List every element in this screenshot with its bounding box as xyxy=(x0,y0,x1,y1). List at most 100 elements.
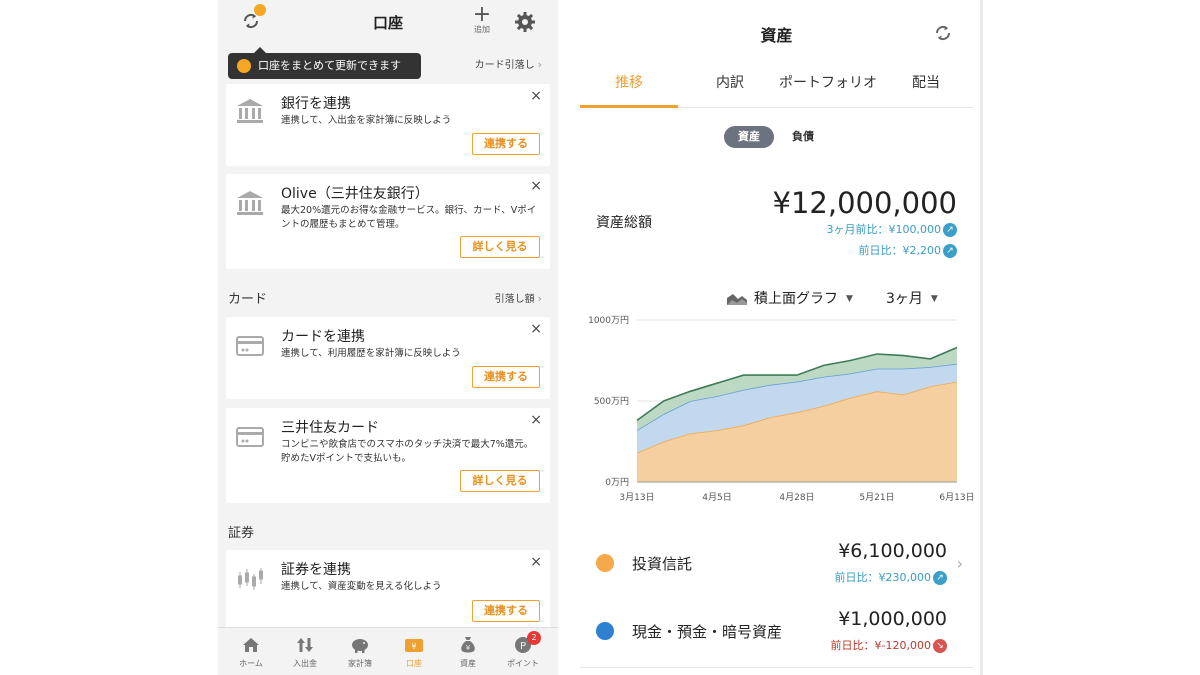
asset-amount: ¥1,000,000 xyxy=(838,608,947,630)
nav-home[interactable]: ホーム xyxy=(223,634,279,669)
chart-type-label: 積上面グラフ xyxy=(754,291,838,307)
smbc-card-promo: 三井住友カード コンビニや飲食店でのスマホのタッチ決済で最大7%還元。貯めたVポ… xyxy=(226,408,550,503)
y-tick-label: 0万円 xyxy=(605,477,629,488)
close-icon[interactable]: × xyxy=(530,88,542,104)
nav-label: 入出金 xyxy=(293,659,317,668)
card-description: コンビニや飲食店でのスマホのタッチ決済で最大7%還元。貯めたVポイントで支払いも… xyxy=(281,439,534,464)
bank-icon xyxy=(236,190,264,216)
header-bar: 口座 + 追加 xyxy=(218,0,558,42)
page-title: 口座 xyxy=(372,14,403,32)
asset-item-investment-trust[interactable]: 投資信託 ¥6,100,000 前日比：¥230,000 ↗ › xyxy=(580,540,973,600)
y-tick-label: 1000万円 xyxy=(588,315,629,326)
tooltip: 口座をまとめて更新できます xyxy=(228,47,421,79)
plus-icon: + xyxy=(472,2,492,27)
olive-details-button[interactable]: 詳しく見る xyxy=(460,236,540,258)
close-icon[interactable]: × xyxy=(530,412,542,428)
change-3-months: 3ヶ月前比：¥100,000 ↗ xyxy=(826,221,957,237)
close-icon[interactable]: × xyxy=(530,554,542,570)
tooltip-text: 口座をまとめて更新できます xyxy=(258,59,401,72)
account-icon: ¥ xyxy=(386,634,442,656)
page-title: 資産 xyxy=(760,26,793,45)
caret-down-icon: ▼ xyxy=(846,294,853,304)
candlestick-chart-icon xyxy=(236,566,264,592)
nav-label: ポイント xyxy=(507,659,539,668)
close-icon[interactable]: × xyxy=(530,321,542,337)
chevron-right-icon: › xyxy=(537,292,542,305)
card-description: 連携して、資産変動を見える化しよう xyxy=(281,581,442,592)
chart-type-selector[interactable]: 積上面グラフ ▼ xyxy=(726,288,853,308)
asset-name: 現金・預金・暗号資産 xyxy=(632,623,783,641)
asset-item-cash-deposits[interactable]: 現金・預金・暗号資産 ¥1,000,000 前日比：¥-120,000 ↘ xyxy=(580,608,973,668)
card-link-card: カードを連携 連携して、利用履歴を家計簿に反映しよう × 連携する xyxy=(226,317,550,399)
segment-liabilities[interactable]: 負債 xyxy=(792,126,814,148)
bottom-navigation: ホーム 入出金 家計簿 ¥ 口座 ¥ 資産 P 2 ポイント xyxy=(218,627,558,675)
tab-trend[interactable]: 推移 xyxy=(580,72,678,92)
nav-accounts[interactable]: ¥ 口座 xyxy=(386,634,442,669)
add-button[interactable]: + 追加 xyxy=(470,2,494,35)
nav-points[interactable]: P 2 ポイント xyxy=(495,631,551,669)
tab-portfolio[interactable]: ポートフォリオ xyxy=(770,72,886,92)
nav-transfers[interactable]: 入出金 xyxy=(277,634,333,669)
card-description: 連携して、利用履歴を家計簿に反映しよう xyxy=(281,348,461,359)
card-withdrawal-link-label: カード引落し xyxy=(474,60,535,71)
change-day-text: 前日比：¥2,200 xyxy=(858,244,942,257)
nav-household[interactable]: 家計簿 xyxy=(332,634,388,669)
refresh-icon[interactable] xyxy=(932,22,954,44)
card-title: カードを連携 xyxy=(281,329,365,345)
smbc-details-button[interactable]: 詳しく見る xyxy=(460,470,540,492)
legend-dot xyxy=(596,622,614,640)
y-tick-label: 500万円 xyxy=(594,396,629,407)
securities-section-title: 証券 xyxy=(228,526,255,541)
tab-dividend[interactable]: 配当 xyxy=(888,72,964,92)
x-tick-label: 3月13日 xyxy=(619,492,654,503)
asset-change-text: 前日比：¥-120,000 xyxy=(830,639,931,652)
card-title: 三井住友カード xyxy=(281,420,379,436)
nav-label: 口座 xyxy=(406,659,422,668)
nav-assets[interactable]: ¥ 資産 xyxy=(440,634,496,669)
tab-bar: 推移 内訳 ポートフォリオ 配当 xyxy=(580,60,973,108)
change-3-months-text: 3ヶ月前比：¥100,000 xyxy=(826,223,942,236)
arrow-up-right-icon: ↗ xyxy=(943,244,957,258)
notification-badge: 2 xyxy=(527,631,541,645)
nav-label: ホーム xyxy=(239,659,263,668)
nav-label: 家計簿 xyxy=(348,659,372,668)
divider xyxy=(980,0,983,675)
link-securities-button[interactable]: 連携する xyxy=(472,600,540,622)
chevron-right-icon: › xyxy=(956,554,963,573)
segment-assets[interactable]: 資産 xyxy=(724,126,774,148)
card-section-title: カード xyxy=(228,292,268,307)
period-selector[interactable]: 3ヶ月 ▼ xyxy=(886,288,938,308)
asset-change-text: 前日比：¥230,000 xyxy=(834,571,932,584)
total-assets-value: ¥12,000,000 xyxy=(772,186,958,220)
x-tick-label: 5月21日 xyxy=(859,492,894,503)
chevron-right-icon: › xyxy=(537,58,542,71)
x-tick-label: 4月28日 xyxy=(779,492,814,503)
nav-label: 資産 xyxy=(460,659,476,668)
card-title: Olive（三井住友銀行） xyxy=(281,186,429,202)
card-withdrawal-link[interactable]: カード引落し › xyxy=(475,56,542,71)
arrow-up-right-icon: ↗ xyxy=(943,223,957,237)
card-title: 証券を連携 xyxy=(281,562,351,578)
arrow-down-right-icon: ↘ xyxy=(933,639,947,653)
x-tick-label: 6月13日 xyxy=(939,492,974,503)
withdrawal-amount-link[interactable]: 引落し額 › xyxy=(495,290,542,305)
home-icon xyxy=(223,634,279,656)
asset-change: 前日比：¥-120,000 ↘ xyxy=(831,637,947,653)
change-day: 前日比：¥2,200 ↗ xyxy=(858,242,957,258)
asset-amount: ¥6,100,000 xyxy=(838,540,947,562)
arrow-up-right-icon: ↗ xyxy=(933,571,947,585)
asset-name: 投資信託 xyxy=(632,555,693,573)
securities-link-card: 証券を連携 連携して、資産変動を見える化しよう × 連携する xyxy=(226,550,550,632)
link-card-button[interactable]: 連携する xyxy=(472,366,540,388)
tab-breakdown[interactable]: 内訳 xyxy=(690,72,770,92)
total-assets-label: 資産総額 xyxy=(596,215,652,231)
assets-screen: 資産 推移 内訳 ポートフォリオ 配当 資産 負債 資産総額 ¥12,000,0… xyxy=(580,0,983,675)
gear-icon[interactable] xyxy=(514,11,536,33)
withdrawal-amount-label: 引落し額 xyxy=(494,294,535,305)
accounts-screen: 口座 + 追加 口座をまとめて更新できます カード引落し › 銀行を連携 連携し… xyxy=(218,0,558,675)
close-icon[interactable]: × xyxy=(530,178,542,194)
link-bank-button[interactable]: 連携する xyxy=(472,133,540,155)
crown-icon xyxy=(237,59,251,73)
active-tab-indicator xyxy=(580,105,678,108)
bank-link-card: 銀行を連携 連携して、入出金を家計簿に反映しよう × 連携する xyxy=(226,84,550,166)
